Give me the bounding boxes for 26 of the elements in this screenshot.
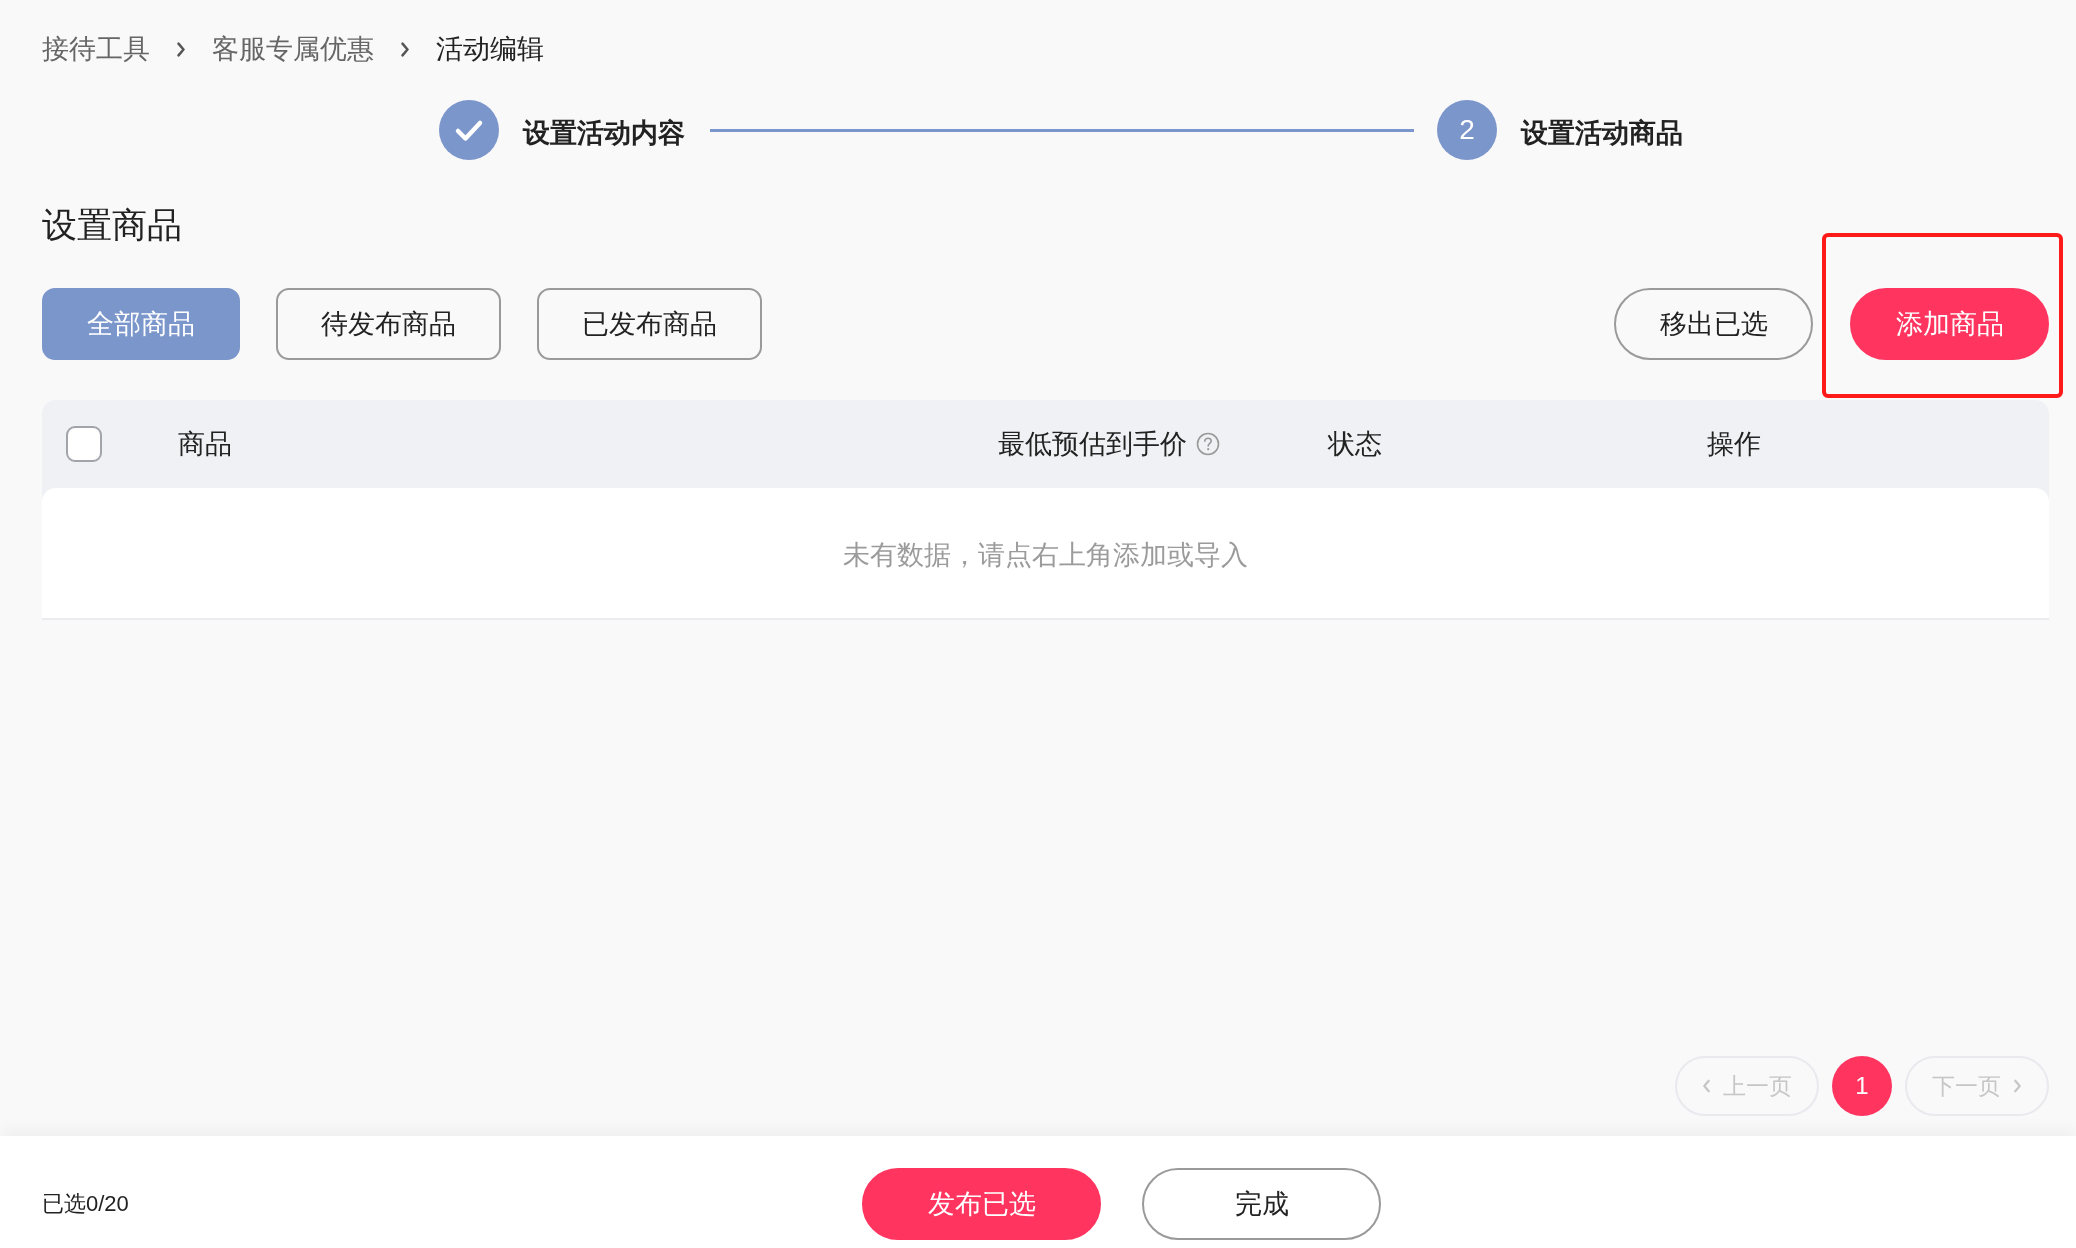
selected-count: 已选0/20 <box>42 1190 129 1218</box>
step-number: 2 <box>1437 100 1497 160</box>
chevron-right-icon <box>2013 1079 2022 1093</box>
column-header: 商品 <box>178 428 232 461</box>
column-header: 操作 <box>1707 428 1761 461</box>
done-button[interactable]: 完成 <box>1142 1168 1381 1240</box>
column-header: 状态 <box>1328 428 1382 461</box>
section-title: 设置商品 <box>42 205 182 245</box>
page-number-button[interactable]: 1 <box>1832 1056 1892 1116</box>
breadcrumb-link[interactable]: 活动编辑 <box>436 31 544 67</box>
publish-selected-button[interactable]: 发布已选 <box>862 1168 1101 1240</box>
filter-tab[interactable]: 全部商品 <box>42 288 240 360</box>
chevron-left-icon <box>1702 1079 1711 1093</box>
add-button[interactable]: 添加商品 <box>1850 288 2049 360</box>
filter-tab[interactable]: 已发布商品 <box>537 288 762 360</box>
step-label: 设置活动内容 <box>523 116 685 150</box>
breadcrumb-link[interactable]: 客服专属优惠 <box>212 31 374 67</box>
remove-selected-button[interactable]: 移出已选 <box>1614 288 1813 360</box>
step-label: 设置活动商品 <box>1521 116 1683 150</box>
breadcrumb-link[interactable]: 接待工具 <box>42 31 150 67</box>
empty-state-text: 未有数据，请点右上角添加或导入 <box>843 539 1248 572</box>
chevron-right-icon <box>400 41 410 57</box>
select-all-checkbox[interactable] <box>66 426 102 462</box>
filter-tab[interactable]: 待发布商品 <box>276 288 501 360</box>
column-header: 最低预估到手价 <box>998 428 1187 461</box>
chevron-right-icon <box>176 41 186 57</box>
